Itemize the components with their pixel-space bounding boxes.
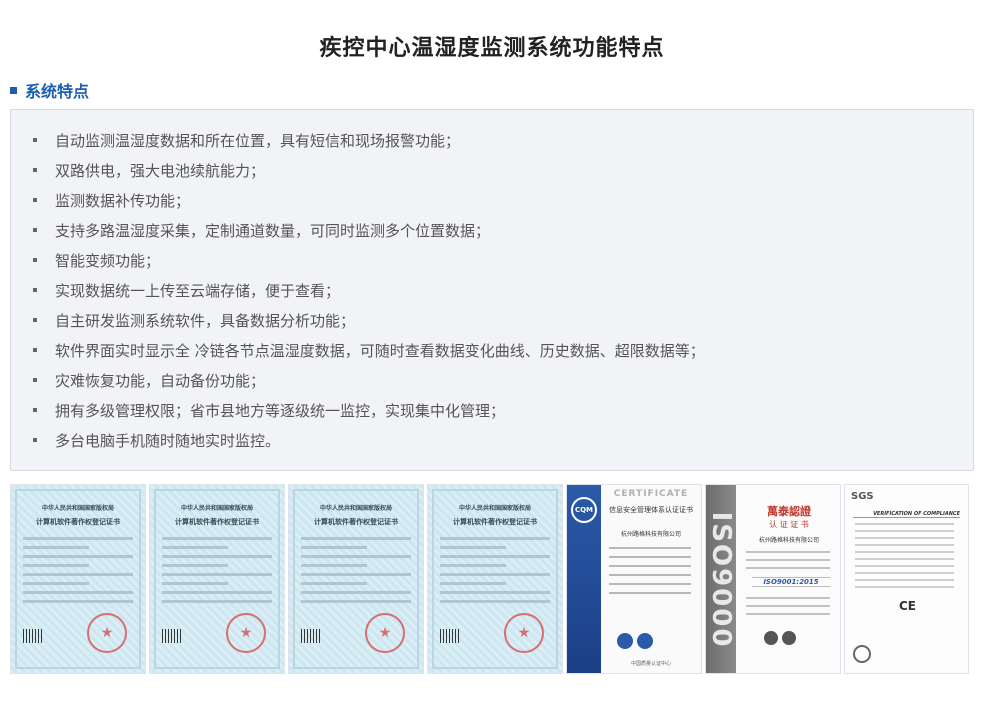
feature-item: 监测数据补传功能； bbox=[11, 185, 973, 215]
section-label: 系统特点 bbox=[25, 82, 90, 101]
certificate-standard: ISO9001:2015 bbox=[752, 577, 830, 587]
red-seal-icon bbox=[87, 613, 127, 653]
certificate-title: 计算机软件著作权登记证书 bbox=[175, 518, 259, 526]
feature-text: 软件界面实时显示全 冷链各节点温湿度数据，可随时查看数据变化曲线、历史数据、超限… bbox=[55, 341, 705, 360]
certificate-text-lines bbox=[301, 537, 411, 609]
certificate-heading: CERTIFICATE bbox=[613, 489, 689, 499]
feature-text: 多台电脑手机随时随地实时监控。 bbox=[55, 431, 281, 450]
feature-text: 双路供电，强大电池续航能力； bbox=[55, 161, 266, 180]
barcode-icon bbox=[23, 629, 43, 643]
certificate-text-lines bbox=[162, 537, 272, 609]
certificate-issuer: 中华人民共和国国家版权局 bbox=[458, 505, 531, 512]
feature-text: 灾难恢复功能，自动备份功能； bbox=[55, 371, 266, 390]
certificate-text-lines bbox=[855, 523, 954, 593]
certificate-title: 计算机软件著作权登记证书 bbox=[36, 518, 120, 526]
square-bullet-icon bbox=[10, 86, 17, 94]
certificate-title: 计算机软件著作权登记证书 bbox=[453, 518, 537, 526]
certificate-title: 认 证 证 书 bbox=[769, 520, 809, 529]
feature-item: 自动监测温湿度数据和所在位置，具有短信和现场报警功能； bbox=[11, 125, 973, 155]
bullet-icon bbox=[33, 408, 37, 412]
bullet-icon bbox=[33, 288, 37, 292]
certificate-issuer: 中华人民共和国国家版权局 bbox=[319, 505, 392, 512]
feature-item: 智能变频功能； bbox=[11, 245, 973, 275]
certificate-heading: VERIFICATION OF COMPLIANCE bbox=[853, 511, 960, 518]
bullet-icon bbox=[33, 138, 37, 142]
cnas-seal-icon bbox=[637, 633, 653, 649]
sgs-seal-icon bbox=[853, 645, 871, 663]
feature-item: 软件界面实时显示全 冷链各节点温湿度数据，可随时查看数据变化曲线、历史数据、超限… bbox=[11, 335, 973, 365]
barcode-icon bbox=[301, 629, 321, 643]
red-seal-icon bbox=[226, 613, 266, 653]
barcode-icon bbox=[162, 629, 182, 643]
certificate-company: 杭州路格科技有限公司 bbox=[758, 537, 819, 544]
page-title: 疾控中心温湿度监测系统功能特点 bbox=[319, 36, 665, 61]
red-seal-icon bbox=[504, 613, 544, 653]
feature-text: 拥有多级管理权限；省市县地方等逐级统一监控，实现集中化管理； bbox=[55, 401, 506, 420]
certificate-title: 计算机软件著作权登记证书 bbox=[314, 518, 398, 526]
certificate-title: 信息安全管理体系认证证书 bbox=[609, 506, 693, 514]
certificate-text-lines bbox=[746, 597, 830, 621]
bullet-icon bbox=[33, 378, 37, 382]
red-seal-icon bbox=[365, 613, 405, 653]
bullet-icon bbox=[33, 438, 37, 442]
features-panel: 自动监测温湿度数据和所在位置，具有短信和现场报警功能； 双路供电，强大电池续航能… bbox=[10, 109, 974, 471]
feature-text: 实现数据统一上传至云端存储，便于查看； bbox=[55, 281, 341, 300]
cnas-seal-icon bbox=[782, 631, 796, 645]
cqm-certificate-image[interactable]: CQM CERTIFICATE 信息安全管理体系认证证书 杭州路格科技有限公司 … bbox=[566, 484, 702, 674]
feature-item: 灾难恢复功能，自动备份功能； bbox=[11, 365, 973, 395]
bullet-icon bbox=[33, 228, 37, 232]
iso-band-text: ISO9000 bbox=[706, 511, 736, 649]
feature-item: 双路供电，强大电池续航能力； bbox=[11, 155, 973, 185]
feature-text: 自动监测温湿度数据和所在位置，具有短信和现场报警功能； bbox=[55, 131, 461, 150]
cqm-logo-icon: CQM bbox=[571, 497, 597, 523]
certificate-text-lines bbox=[609, 547, 691, 601]
certificate-text-lines bbox=[23, 537, 133, 609]
certificate-text-lines bbox=[746, 551, 830, 575]
copyright-certificate-image[interactable]: 中华人民共和国国家版权局 计算机软件著作权登记证书 bbox=[427, 484, 563, 674]
copyright-certificate-image[interactable]: 中华人民共和国国家版权局 计算机软件著作权登记证书 bbox=[10, 484, 146, 674]
bullet-icon bbox=[33, 318, 37, 322]
feature-list: 自动监测温湿度数据和所在位置，具有短信和现场报警功能； 双路供电，强大电池续航能… bbox=[11, 125, 973, 455]
sgs-logo: SGS bbox=[851, 491, 874, 502]
certification-brand: 萬泰認證 bbox=[767, 505, 811, 518]
bullet-icon bbox=[33, 258, 37, 262]
bullet-icon bbox=[33, 348, 37, 352]
section-heading: 系统特点 bbox=[10, 78, 89, 102]
copyright-certificate-image[interactable]: 中华人民共和国国家版权局 计算机软件著作权登记证书 bbox=[288, 484, 424, 674]
certificate-issuer: 中华人民共和国国家版权局 bbox=[180, 505, 253, 512]
copyright-certificate-image[interactable]: 中华人民共和国国家版权局 计算机软件著作权登记证书 bbox=[149, 484, 285, 674]
bullet-icon bbox=[33, 168, 37, 172]
accreditation-seals bbox=[764, 631, 796, 645]
certificate-text-lines bbox=[440, 537, 550, 609]
ce-mark-icon: CE bbox=[899, 599, 917, 613]
feature-text: 智能变频功能； bbox=[55, 251, 161, 270]
certificate-issuer: 中国质量认证中心 bbox=[630, 661, 671, 667]
accreditation-seals bbox=[617, 633, 653, 649]
sgs-certificate-image[interactable]: SGS VERIFICATION OF COMPLIANCE CE bbox=[844, 484, 969, 674]
certificate-side-band: CQM bbox=[567, 485, 601, 673]
feature-item: 支持多路温湿度采集，定制通道数量，可同时监测多个位置数据； bbox=[11, 215, 973, 245]
certificate-company: 杭州路格科技有限公司 bbox=[620, 531, 681, 538]
feature-item: 多台电脑手机随时随地实时监控。 bbox=[11, 425, 973, 455]
iaf-seal-icon bbox=[764, 631, 778, 645]
certificate-issuer: 中华人民共和国国家版权局 bbox=[41, 505, 114, 512]
iaf-seal-icon bbox=[617, 633, 633, 649]
certificate-gallery: 中华人民共和国国家版权局 计算机软件著作权登记证书 中华人民共和国国家版权局 计… bbox=[10, 484, 974, 674]
feature-item: 实现数据统一上传至云端存储，便于查看； bbox=[11, 275, 973, 305]
feature-text: 监测数据补传功能； bbox=[55, 191, 191, 210]
certificate-side-band: ISO9000 bbox=[706, 485, 736, 673]
barcode-icon bbox=[440, 629, 460, 643]
iso9000-certificate-image[interactable]: ISO9000 萬泰認證 认 证 证 书 杭州路格科技有限公司 ISO9001:… bbox=[705, 484, 841, 674]
feature-item: 拥有多级管理权限；省市县地方等逐级统一监控，实现集中化管理； bbox=[11, 395, 973, 425]
feature-text: 自主研发监测系统软件，具备数据分析功能； bbox=[55, 311, 356, 330]
bullet-icon bbox=[33, 198, 37, 202]
feature-text: 支持多路温湿度采集，定制通道数量，可同时监测多个位置数据； bbox=[55, 221, 491, 240]
feature-item: 自主研发监测系统软件，具备数据分析功能； bbox=[11, 305, 973, 335]
